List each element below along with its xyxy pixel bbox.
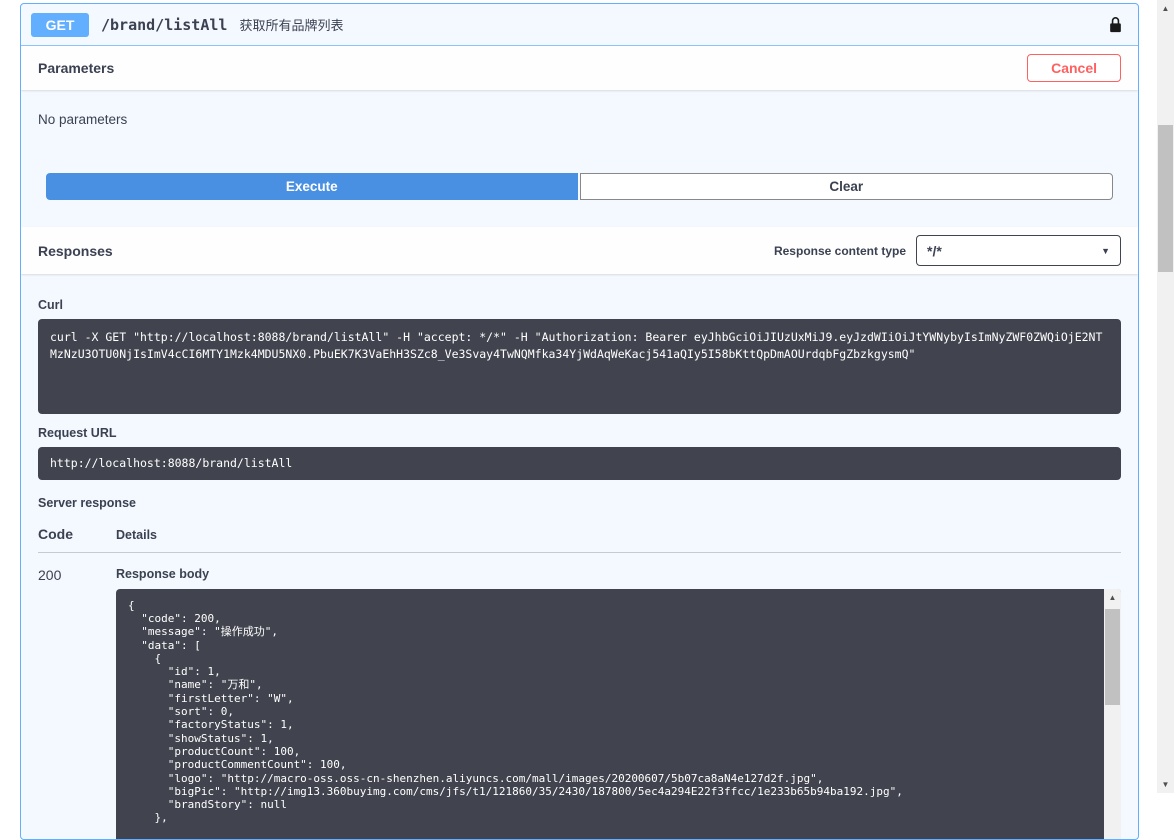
response-body-container: { "code": 200, "message": "操作成功", "data"… [116, 588, 1121, 839]
content-type-value: */* [927, 242, 942, 259]
response-table-header: Code Details [38, 526, 1121, 553]
code-column-header: Code [38, 525, 73, 542]
curl-label: Curl [38, 298, 63, 312]
operation-summary[interactable]: GET /brand/listAll 获取所有品牌列表 [21, 4, 1138, 46]
response-content-type: Response content type */* ▼ [774, 235, 1121, 266]
operation-block-get: GET /brand/listAll 获取所有品牌列表 Parameters C… [20, 3, 1139, 840]
responses-title: Responses [38, 242, 113, 259]
page-scrollbar[interactable]: ▲ ▼ [1157, 0, 1174, 793]
status-code: 200 [38, 566, 62, 583]
details-column-header: Details [116, 527, 157, 542]
response-table-row: 200 Response body { "code": 200, "messag… [38, 553, 1121, 839]
responses-body: Curl curl -X GET "http://localhost:8088/… [21, 274, 1138, 839]
parameters-body: No parameters Execute Clear [21, 90, 1138, 227]
cancel-button[interactable]: Cancel [1027, 54, 1121, 82]
swagger-operation-page: GET /brand/listAll 获取所有品牌列表 Parameters C… [20, 3, 1139, 840]
http-method-badge: GET [31, 12, 89, 37]
chevron-down-icon: ▼ [1101, 245, 1110, 256]
page-scroll-down-icon[interactable]: ▼ [1157, 776, 1174, 793]
execute-button[interactable]: Execute [46, 173, 578, 200]
curl-command: curl -X GET "http://localhost:8088/brand… [38, 319, 1121, 414]
parameters-title: Parameters [38, 60, 115, 76]
endpoint-path: /brand/listAll [101, 15, 228, 34]
endpoint-summary: 获取所有品牌列表 [239, 18, 344, 33]
responses-header: Responses Response content type */* ▼ [21, 227, 1138, 274]
clear-button[interactable]: Clear [579, 173, 1113, 200]
page-scrollbar-thumb[interactable] [1158, 125, 1173, 272]
response-body-scrollbar[interactable]: ▲ [1104, 588, 1121, 839]
parameters-header: Parameters Cancel [21, 46, 1138, 90]
no-parameters-text: No parameters [38, 112, 128, 127]
authorize-lock-button[interactable] [1103, 15, 1128, 35]
page-scroll-up-icon[interactable]: ▲ [1157, 0, 1174, 17]
scroll-up-icon[interactable]: ▲ [1104, 588, 1121, 606]
response-body-label: Response body [116, 566, 210, 581]
request-url-label: Request URL [38, 426, 117, 440]
request-url-value: http://localhost:8088/brand/listAll [38, 447, 1121, 480]
response-details: Response body { "code": 200, "message": … [116, 567, 1121, 839]
server-response-label: Server response [38, 495, 136, 510]
content-type-select[interactable]: */* ▼ [916, 235, 1121, 266]
execute-button-group: Execute Clear [38, 173, 1121, 200]
lock-icon [1109, 16, 1122, 36]
response-body-scrollbar-thumb[interactable] [1105, 608, 1120, 705]
content-type-label: Response content type [773, 243, 906, 258]
response-body-json: { "code": 200, "message": "操作成功", "data"… [116, 588, 1121, 839]
